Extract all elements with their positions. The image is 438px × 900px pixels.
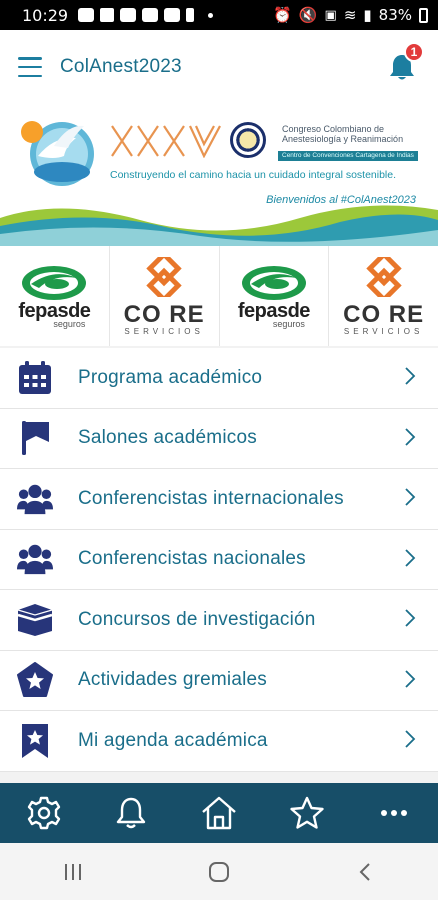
menu-item-mi-agenda-academica[interactable]: Mi agenda académica	[0, 711, 438, 772]
event-slogan: Construyendo el camino hacia un cuidado …	[110, 169, 397, 181]
battery-icon	[419, 7, 428, 23]
star-icon	[289, 796, 324, 829]
chevron-right-icon	[405, 488, 416, 506]
menu-item-programa-academico[interactable]: Programa académico	[0, 348, 438, 409]
status-time: 10:29	[22, 5, 69, 25]
menu-icon[interactable]	[18, 57, 42, 77]
sponsor-name: CO RE	[123, 300, 205, 328]
settings-icon	[27, 796, 60, 830]
users-icon	[17, 481, 53, 517]
tab-home[interactable]	[189, 787, 249, 839]
recents-icon	[65, 863, 81, 880]
calendar-icon	[17, 360, 53, 396]
menu-item-salones-academicos[interactable]: Salones académicos	[0, 408, 438, 469]
bell-icon	[117, 797, 146, 829]
youtube-icon	[120, 8, 137, 22]
banner-waves	[0, 205, 438, 246]
menu-label: Mi agenda académica	[78, 729, 268, 751]
wifi-icon: ≋	[343, 6, 357, 24]
more-notifications-dot	[208, 12, 214, 18]
congress-line-2: Anestesiología y Reanimación	[282, 134, 404, 144]
main-menu: Programa académico Salones académicos Co…	[0, 348, 438, 783]
venue-label: Centro de Convenciones Cartagena de Indi…	[278, 151, 418, 161]
notification-badge: 1	[404, 42, 424, 62]
event-banner: Congreso Colombiano de Anestesiología y …	[0, 104, 438, 246]
menu-item-concursos-investigacion[interactable]: Concursos de investigación	[0, 590, 438, 651]
sponsor-core[interactable]: CO RE SERVICIOS	[329, 246, 438, 346]
menu-label: Conferencistas internacionales	[78, 487, 344, 509]
roman-numeral-logo	[111, 125, 221, 158]
tab-favorites[interactable]	[277, 787, 337, 839]
menu-item-conferencistas-internacionales[interactable]: Conferencistas internacionales	[0, 469, 438, 530]
star-pentagon-icon	[17, 662, 53, 698]
menu-label: Programa académico	[78, 366, 263, 388]
flag-icon	[17, 420, 53, 456]
tab-more[interactable]	[364, 787, 424, 839]
system-nav-bar	[0, 843, 438, 900]
congress-line-1: Congreso Colombiano de	[282, 124, 385, 134]
alarm-icon: ⏰	[273, 6, 292, 24]
sponsors-strip: fepasde seguros CO RE SERVICIOS fepasde …	[0, 246, 438, 346]
chevron-right-icon	[405, 548, 416, 567]
bottom-tab-bar	[0, 783, 438, 843]
lock-icon: ▣	[324, 7, 337, 23]
recents-button[interactable]	[43, 852, 103, 892]
sponsor-fepasde[interactable]: fepasde seguros	[0, 246, 110, 346]
fepasde-logo	[22, 265, 87, 300]
chevron-right-icon	[405, 427, 416, 446]
chevron-right-icon	[405, 367, 416, 385]
core-logo	[365, 256, 402, 297]
more-icon	[381, 810, 408, 816]
sponsor-sub: seguros	[272, 318, 305, 329]
tab-notifications[interactable]	[101, 787, 161, 839]
users-icon	[17, 541, 53, 577]
congress-name: Congreso Colombiano de Anestesiología y …	[282, 124, 422, 144]
home-circle-icon	[209, 861, 229, 882]
home-icon	[202, 796, 236, 830]
back-button[interactable]	[335, 852, 395, 892]
youtube-icon	[164, 8, 181, 22]
fepasde-logo	[241, 265, 306, 300]
notifications-button[interactable]: 1	[388, 42, 424, 82]
battery-percent: 83%	[378, 6, 412, 24]
u-app-icon	[100, 8, 115, 22]
message-icon	[78, 8, 95, 22]
status-bar: 10:29 ⏰ 🔇 ▣ ≋ ▮ 83%	[0, 0, 438, 30]
chevron-right-icon	[405, 609, 416, 627]
menu-label: Actividades gremiales	[78, 669, 268, 691]
home-button[interactable]	[189, 852, 249, 892]
chevron-right-icon	[405, 730, 416, 748]
mute-icon: 🔇	[298, 6, 318, 24]
signal-icon: ▮	[363, 6, 372, 24]
app-title: ColAnest2023	[60, 56, 182, 77]
sponsor-name: CO RE	[343, 300, 425, 328]
system-icons: ⏰ 🔇 ▣ ≋ ▮ 83%	[273, 6, 428, 24]
tab-settings[interactable]	[14, 787, 74, 839]
kaaba-icon	[17, 602, 53, 638]
chevron-right-icon	[405, 669, 416, 688]
menu-label: Salones académicos	[78, 427, 257, 449]
sponsor-sub: SERVICIOS	[124, 326, 204, 336]
menu-label: Concursos de investigación	[78, 608, 316, 630]
sponsor-sub: SERVICIOS	[343, 326, 424, 336]
core-logo	[146, 256, 182, 297]
sponsor-core[interactable]: CO RE SERVICIOS	[110, 246, 220, 346]
menu-item-actividades-gremiales[interactable]: Actividades gremiales	[0, 650, 438, 711]
society-seal	[230, 122, 266, 158]
menu-label: Conferencistas nacionales	[78, 548, 306, 570]
sim-icon	[186, 8, 195, 22]
sponsor-fepasde[interactable]: fepasde seguros	[220, 246, 330, 346]
sponsor-sub: seguros	[53, 318, 86, 329]
dove-logo	[21, 121, 94, 186]
menu-item-conferencistas-nacionales[interactable]: Conferencistas nacionales	[0, 529, 438, 590]
bookmark-star-icon	[17, 723, 53, 759]
youtube-icon	[142, 8, 159, 22]
notification-icons	[78, 8, 221, 22]
app-bar: ColAnest2023 1	[0, 30, 438, 104]
back-icon	[359, 862, 370, 881]
